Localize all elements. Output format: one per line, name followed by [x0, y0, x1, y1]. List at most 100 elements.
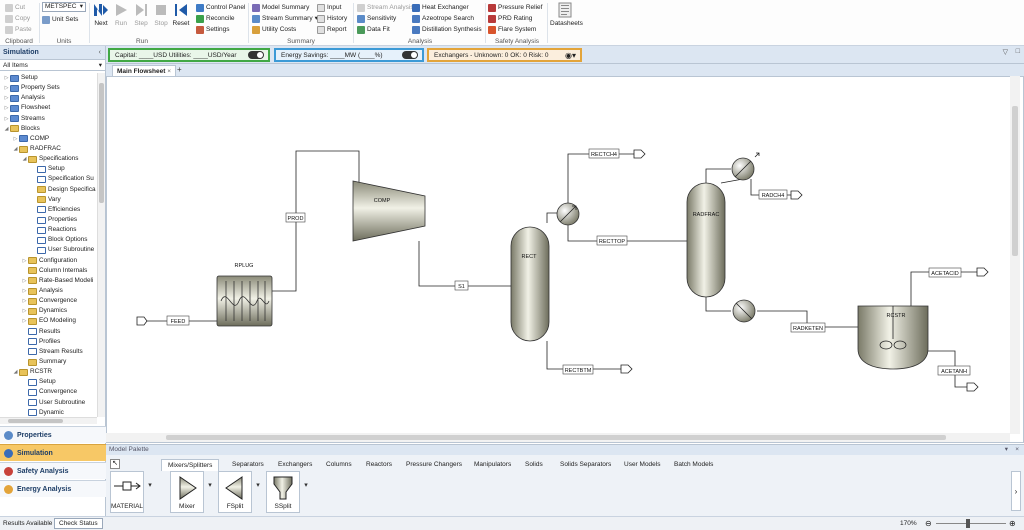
tree-item[interactable]: ▷ COMP [0, 134, 97, 144]
rect-column-block[interactable] [510, 226, 550, 342]
stream-recttop-line[interactable] [567, 225, 688, 242]
expand-arrow-icon[interactable]: ▷ [21, 276, 28, 286]
expand-arrow-icon[interactable]: ▷ [21, 316, 28, 326]
fsplit-dropdown-icon[interactable]: ▾ [254, 471, 262, 501]
pointer-select-button[interactable]: ↖ [110, 459, 120, 469]
scrollbar-thumb[interactable] [99, 83, 104, 203]
radfrac-condenser-block[interactable] [731, 152, 760, 181]
tree-item[interactable]: Stream Results [0, 347, 97, 357]
stream-analysis-button[interactable]: Stream Analysis▾ [357, 2, 419, 13]
data-fit-button[interactable]: Data Fit [357, 24, 390, 35]
expand-arrow-icon[interactable]: ▷ [3, 83, 10, 93]
material-dropdown-icon[interactable]: ▾ [146, 471, 154, 501]
tree-item[interactable]: ▷ Dynamics [0, 306, 97, 316]
tree-item[interactable]: Setup [0, 377, 97, 387]
palette-scroll-right-icon[interactable]: › [1011, 471, 1021, 511]
tree-item[interactable]: ▷ EO Modeling [0, 316, 97, 326]
restore-window-icon[interactable]: ▽ [1003, 48, 1008, 56]
unit-set-select[interactable]: METSPEC ▾ [42, 2, 86, 12]
tree-item[interactable]: ▷ Rate-Based Modeli [0, 276, 97, 286]
simulation-nav-button[interactable]: Simulation [0, 444, 106, 461]
scrollbar-thumb[interactable] [8, 419, 63, 423]
tree-item[interactable]: ◢ Specifications [0, 154, 97, 164]
tree-item[interactable]: ◢ RADFRAC [0, 144, 97, 154]
expand-arrow-icon[interactable]: ▷ [3, 114, 10, 124]
palette-tab-solids-separators[interactable]: Solids Separators [560, 459, 611, 471]
collapse-arrow-icon[interactable]: ◢ [12, 144, 19, 154]
tree-item[interactable]: ▷ Configuration [0, 256, 97, 266]
comp-compressor-block[interactable] [352, 180, 426, 242]
tree-item[interactable]: Reactions [0, 225, 97, 235]
navigation-filter-select[interactable]: All Items ▾ [0, 60, 105, 71]
exchanger-status-icon[interactable]: ◉▾ [565, 50, 576, 62]
tree-item[interactable]: Profiles [0, 337, 97, 347]
canvas-vertical-scrollbar[interactable] [1010, 76, 1020, 434]
tree-item[interactable]: Summary [0, 357, 97, 367]
cut-button[interactable]: Cut [5, 2, 25, 13]
tree-item[interactable]: Convergence [0, 387, 97, 397]
tree-horizontal-scrollbar[interactable] [0, 417, 97, 424]
tree-item[interactable]: Results [0, 327, 97, 337]
zoom-slider-thumb[interactable] [966, 519, 970, 528]
palette-tab-pressure-changers[interactable]: Pressure Changers [406, 459, 462, 471]
tree-item[interactable]: ▷ Property Sets [0, 83, 97, 93]
palette-tab-manipulators[interactable]: Manipulators [474, 459, 511, 471]
step-button[interactable]: Step [131, 2, 151, 27]
tree-vertical-scrollbar[interactable] [97, 73, 105, 417]
stop-button[interactable]: Stop [151, 2, 171, 27]
check-status-button[interactable]: Check Status [54, 518, 103, 529]
tree-item[interactable]: Specification Su [0, 174, 97, 184]
palette-tab-user-models[interactable]: User Models [624, 459, 660, 471]
tree-item[interactable]: User Subroutine [0, 245, 97, 255]
maximize-window-icon[interactable]: □ [1016, 48, 1020, 55]
palette-tab-separators[interactable]: Separators [232, 459, 264, 471]
canvas-horizontal-scrollbar[interactable] [106, 433, 1010, 442]
collapse-arrow-icon[interactable]: ◢ [12, 367, 19, 377]
palette-close-icon[interactable]: × [1015, 445, 1019, 455]
palette-tab-reactors[interactable]: Reactors [366, 459, 392, 471]
tree-item[interactable]: Design Specifica [0, 185, 97, 195]
paste-button[interactable]: Paste [5, 24, 32, 35]
radfrac-reboiler-block[interactable] [732, 299, 756, 323]
energy-toggle[interactable] [402, 51, 418, 59]
zoom-slider[interactable] [936, 523, 1006, 524]
collapse-arrow-icon[interactable]: ◢ [21, 154, 28, 164]
stream-summary-button[interactable]: Stream Summary▾ [252, 13, 318, 24]
zoom-out-icon[interactable]: ⊖ [925, 517, 932, 530]
tab-main-flowsheet[interactable]: Main Flowsheet × [112, 65, 177, 76]
tree-item[interactable]: ▷ Setup [0, 73, 97, 83]
expand-arrow-icon[interactable]: ▷ [3, 73, 10, 83]
reconcile-button[interactable]: Reconcile [196, 13, 235, 24]
tree-item[interactable]: ◢ Blocks [0, 124, 97, 134]
palette-item-mixer[interactable]: Mixer [170, 471, 204, 513]
copy-button[interactable]: Copy [5, 13, 30, 24]
utility-costs-button[interactable]: Utility Costs [252, 24, 296, 35]
control-panel-button[interactable]: Control Panel [196, 2, 245, 13]
add-tab-button[interactable]: + [177, 65, 182, 74]
history-button[interactable]: History [317, 13, 347, 24]
input-button[interactable]: Input [317, 2, 341, 13]
scrollbar-thumb[interactable] [1012, 106, 1018, 256]
mixer-dropdown-icon[interactable]: ▾ [206, 471, 214, 501]
run-button[interactable]: Run [111, 2, 131, 27]
datasheets-button[interactable]: Datasheets [550, 2, 583, 27]
tree-item[interactable]: User Subroutine [0, 398, 97, 408]
expand-arrow-icon[interactable]: ▷ [12, 134, 19, 144]
tree-item[interactable]: Dynamic [0, 408, 97, 417]
tree-item[interactable]: Block Options [0, 235, 97, 245]
palette-item-ssplit[interactable]: SSplit [266, 471, 300, 513]
expand-arrow-icon[interactable]: ▷ [21, 256, 28, 266]
palette-tab-columns[interactable]: Columns [326, 459, 352, 471]
palette-tab-solids[interactable]: Solids [525, 459, 543, 471]
tree-item[interactable]: Setup [0, 164, 97, 174]
expand-arrow-icon[interactable]: ▷ [21, 296, 28, 306]
energy-analysis-nav-button[interactable]: Energy Analysis [0, 480, 106, 497]
palette-tab-mixers-splitters[interactable]: Mixers/Splitters [161, 459, 220, 471]
scrollbar-thumb[interactable] [166, 435, 946, 440]
expand-arrow-icon[interactable]: ▷ [21, 286, 28, 296]
rect-heat-exchanger-block[interactable] [556, 202, 580, 226]
model-summary-button[interactable]: Model Summary [252, 2, 309, 13]
stream-prod-line[interactable] [271, 150, 360, 292]
tree-item[interactable]: Properties [0, 215, 97, 225]
properties-nav-button[interactable]: Properties [0, 426, 106, 443]
